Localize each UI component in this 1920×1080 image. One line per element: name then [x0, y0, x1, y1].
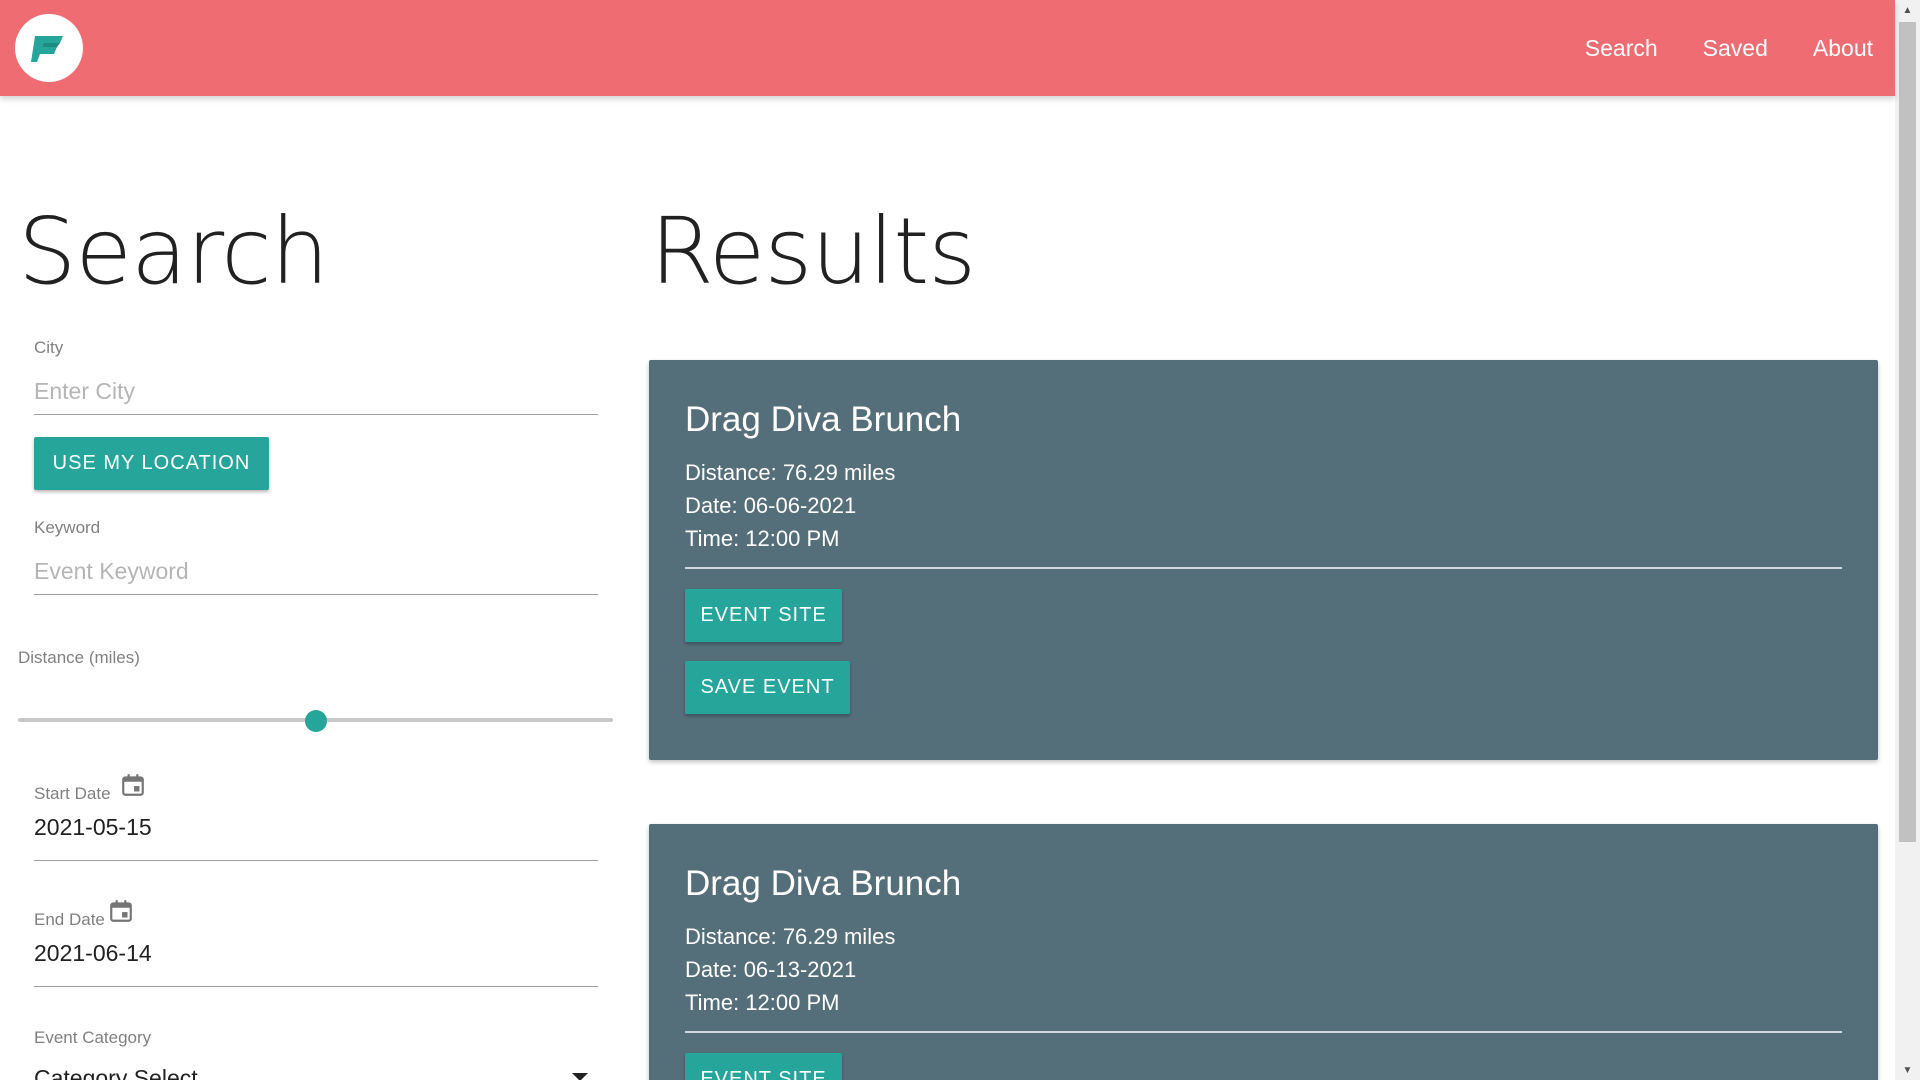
- end-date-label: End Date: [34, 910, 105, 929]
- scroll-down-arrow-icon[interactable]: ▼: [1895, 1060, 1920, 1080]
- end-date-underline: [34, 986, 598, 987]
- event-category-label: Event Category: [34, 1028, 152, 1047]
- use-my-location-button[interactable]: USE MY LOCATION: [34, 437, 269, 490]
- result-card: Drag Diva Brunch Distance: 76.29 miles D…: [649, 824, 1878, 1080]
- start-date-underline: [34, 860, 598, 861]
- event-date: Date: 06-06-2021: [685, 493, 857, 518]
- start-date-label: Start Date: [34, 784, 111, 803]
- calendar-icon[interactable]: [120, 772, 146, 798]
- calendar-icon[interactable]: [108, 898, 134, 924]
- distance-label: Distance (miles): [18, 648, 140, 667]
- city-label: City: [34, 338, 64, 357]
- save-event-button[interactable]: SAVE EVENT: [685, 661, 850, 714]
- nav-about-link[interactable]: About: [1813, 35, 1873, 62]
- brand-logo-icon: [31, 36, 63, 62]
- event-distance: Distance: 76.29 miles: [685, 924, 896, 949]
- scrollbar-thumb[interactable]: [1899, 22, 1916, 842]
- keyword-input[interactable]: [34, 549, 598, 595]
- event-date: Date: 06-13-2021: [685, 957, 857, 982]
- end-date-value[interactable]: 2021-06-14: [34, 940, 152, 967]
- category-select[interactable]: Category Select: [34, 1065, 198, 1080]
- distance-slider-thumb[interactable]: [304, 710, 327, 732]
- scroll-up-arrow-icon[interactable]: ▲: [1895, 0, 1920, 20]
- event-title: Drag Diva Brunch: [685, 400, 962, 439]
- card-divider: [685, 1031, 1842, 1033]
- event-distance: Distance: 76.29 miles: [685, 460, 896, 485]
- results-heading: Results: [650, 198, 976, 305]
- event-site-button[interactable]: EVENT SITE: [685, 589, 842, 642]
- keyword-label: Keyword: [34, 518, 101, 537]
- nav-search-link[interactable]: Search: [1585, 35, 1658, 62]
- card-divider: [685, 567, 1842, 569]
- nav-links: Search Saved About: [1540, 0, 1873, 96]
- search-heading: Search: [18, 198, 329, 305]
- event-time: Time: 12:00 PM: [685, 526, 840, 551]
- event-site-button[interactable]: EVENT SITE: [685, 1053, 842, 1080]
- page-scrollbar[interactable]: ▲ ▼: [1895, 0, 1920, 1080]
- brand-logo[interactable]: [15, 14, 83, 82]
- top-navbar: Search Saved About: [0, 0, 1895, 96]
- caret-down-icon[interactable]: [572, 1073, 588, 1080]
- nav-saved-link[interactable]: Saved: [1703, 35, 1768, 62]
- event-time: Time: 12:00 PM: [685, 990, 840, 1015]
- page: Search Saved About ▲ ▼ Search City USE M…: [0, 0, 1920, 1080]
- city-input[interactable]: [34, 369, 598, 415]
- event-title: Drag Diva Brunch: [685, 864, 962, 903]
- start-date-value[interactable]: 2021-05-15: [34, 814, 152, 841]
- result-card: Drag Diva Brunch Distance: 76.29 miles D…: [649, 360, 1878, 760]
